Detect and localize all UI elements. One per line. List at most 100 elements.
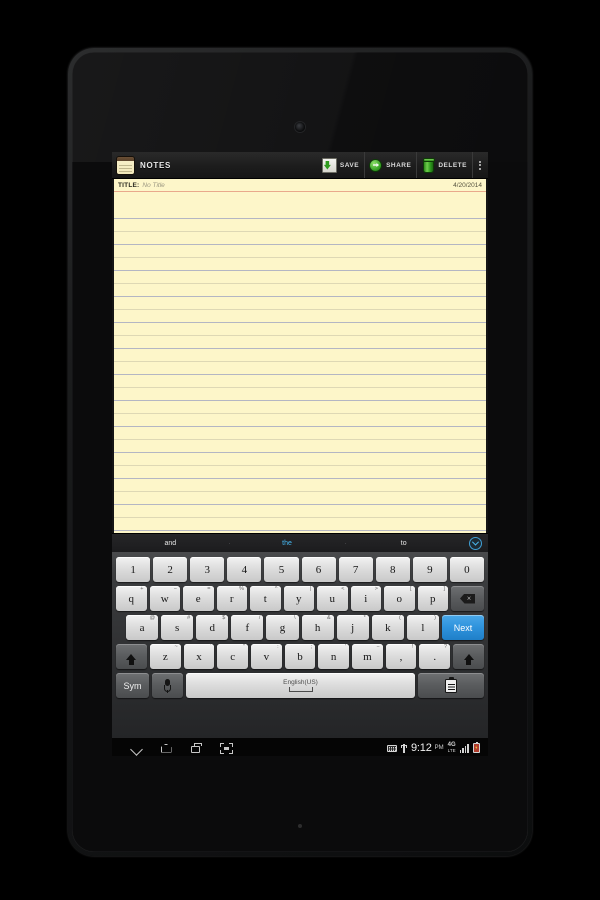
key-label: x [196,650,202,663]
keyboard-row-numbers: 1 2 3 4 5 6 7 8 9 0 [114,555,486,584]
key-v[interactable]: :v [251,644,282,669]
key-j[interactable]: * j [336,615,369,640]
key-label: , [399,650,403,663]
overflow-menu-button[interactable] [472,152,488,178]
home-icon[interactable] [160,742,173,755]
expand-suggestions-button[interactable] [462,536,488,550]
key-u[interactable]: < u [317,586,348,611]
key-b[interactable]: ; b [284,644,316,669]
symbols-key-label: Sym [123,680,142,691]
key-label: o [396,592,403,605]
key-i[interactable]: > i [350,586,381,611]
screenshot-icon[interactable] [220,742,233,755]
enter-next-key[interactable]: Next [441,615,484,640]
key-m[interactable]: − m [352,644,383,669]
key-3[interactable]: 3 [190,557,225,582]
key-sup-label: ” [243,644,245,650]
key-l[interactable]: ) l [406,615,439,640]
key-label: s [175,621,180,634]
note-title-input[interactable]: No Title [142,182,164,189]
key-label: n [330,650,337,663]
signal-bar [459,749,462,753]
delete-button-label: DELETE [438,161,467,169]
key-4[interactable]: 4 [227,557,262,582]
suggestion-item-1[interactable]: the [228,540,346,547]
key-q[interactable]: + q [116,586,147,611]
overflow-dot-icon [479,167,481,170]
note-body-editor[interactable] [114,192,486,533]
network-type-sub: LTE [447,748,456,753]
delete-button[interactable]: DELETE [416,152,472,178]
save-button[interactable]: SAVE [317,152,364,178]
key-s[interactable]: # s [161,615,194,640]
key-sup-label: ; [310,644,313,650]
key-y[interactable]: | y [283,586,314,611]
note-title-row[interactable]: TITLE: No Title 4/20/2014 [114,179,486,192]
key-comma[interactable]: !, [385,644,417,669]
key-d[interactable]: $ d [196,615,229,640]
voice-input-key[interactable] [152,673,183,698]
clock-ampm: PM [434,745,444,751]
key-h[interactable]: & h [301,615,334,640]
key-label: g [279,621,286,634]
clipboard-key[interactable] [418,673,484,698]
key-a[interactable]: @ a [126,615,159,640]
key-5[interactable]: 5 [264,557,299,582]
backspace-key[interactable] [451,586,484,611]
key-z[interactable]: ~ z [149,644,181,669]
key-p[interactable]: ] p [417,586,448,611]
key-k[interactable]: (k [371,615,404,640]
key-6[interactable]: 6 [301,557,336,582]
key-period[interactable]: ?. [419,644,451,669]
share-button[interactable]: SHARE [364,152,416,178]
key-label: m [363,650,372,663]
space-bracket-icon [288,687,313,692]
key-label: u [329,592,336,605]
key-1[interactable]: 1 [116,557,151,582]
key-o[interactable]: [o [384,586,415,611]
note-paper[interactable]: TITLE: No Title 4/20/2014 [112,179,488,533]
chevron-down-icon[interactable] [130,742,143,755]
key-7[interactable]: 7 [338,557,373,582]
keyboard-row-bottom: ~ z ` x ” c :v ; b ' n − m !, ?. [114,642,486,671]
key-label: 7 [352,563,359,576]
key-8[interactable]: 8 [375,557,410,582]
key-2[interactable]: 2 [153,557,188,582]
key-sup-label: − [376,644,380,650]
shift-key-right[interactable] [453,644,485,669]
key-x[interactable]: ` x [183,644,215,669]
key-w[interactable]: − w [149,586,180,611]
status-icons[interactable]: 9:12 PM 4G LTE [387,741,482,754]
key-label: 4 [241,563,248,576]
microphone-icon [164,679,171,693]
key-c[interactable]: ” c [217,644,248,669]
shift-key-left[interactable] [115,644,147,669]
suggestion-item-2[interactable]: to [345,540,462,547]
key-t[interactable]: ^ t [250,586,281,611]
key-label: q [128,592,135,605]
key-g[interactable]: \ g [266,615,299,640]
key-sup-label: \ [294,615,296,621]
notepad-icon [117,156,134,174]
symbols-key[interactable]: Sym [116,673,149,698]
key-label: k [385,621,391,634]
overflow-dot-icon [479,160,481,163]
suggestion-item-0[interactable]: and [112,540,229,547]
key-label: j [351,621,355,634]
key-sup-label: : [277,644,279,650]
key-9[interactable]: 9 [412,557,447,582]
recents-icon[interactable] [190,742,203,755]
key-e[interactable]: = e [183,586,214,611]
key-0[interactable]: 0 [449,557,484,582]
keyboard-row-space: Sym English(US) [114,671,486,700]
key-sup-label: ? [443,644,448,650]
key-n[interactable]: ' n [318,644,350,669]
key-r[interactable]: % r [216,586,247,611]
system-navigation-bar: 9:12 PM 4G LTE [112,738,488,756]
key-label: . [433,650,437,663]
key-f[interactable]: / f [231,615,264,640]
screen-glare [72,52,528,162]
space-key[interactable]: English(US) [186,673,415,698]
key-sup-label: < [341,586,345,592]
keyboard-row-top: + q − w = e % r ^ t | y < u > i [o ] p [114,584,486,613]
